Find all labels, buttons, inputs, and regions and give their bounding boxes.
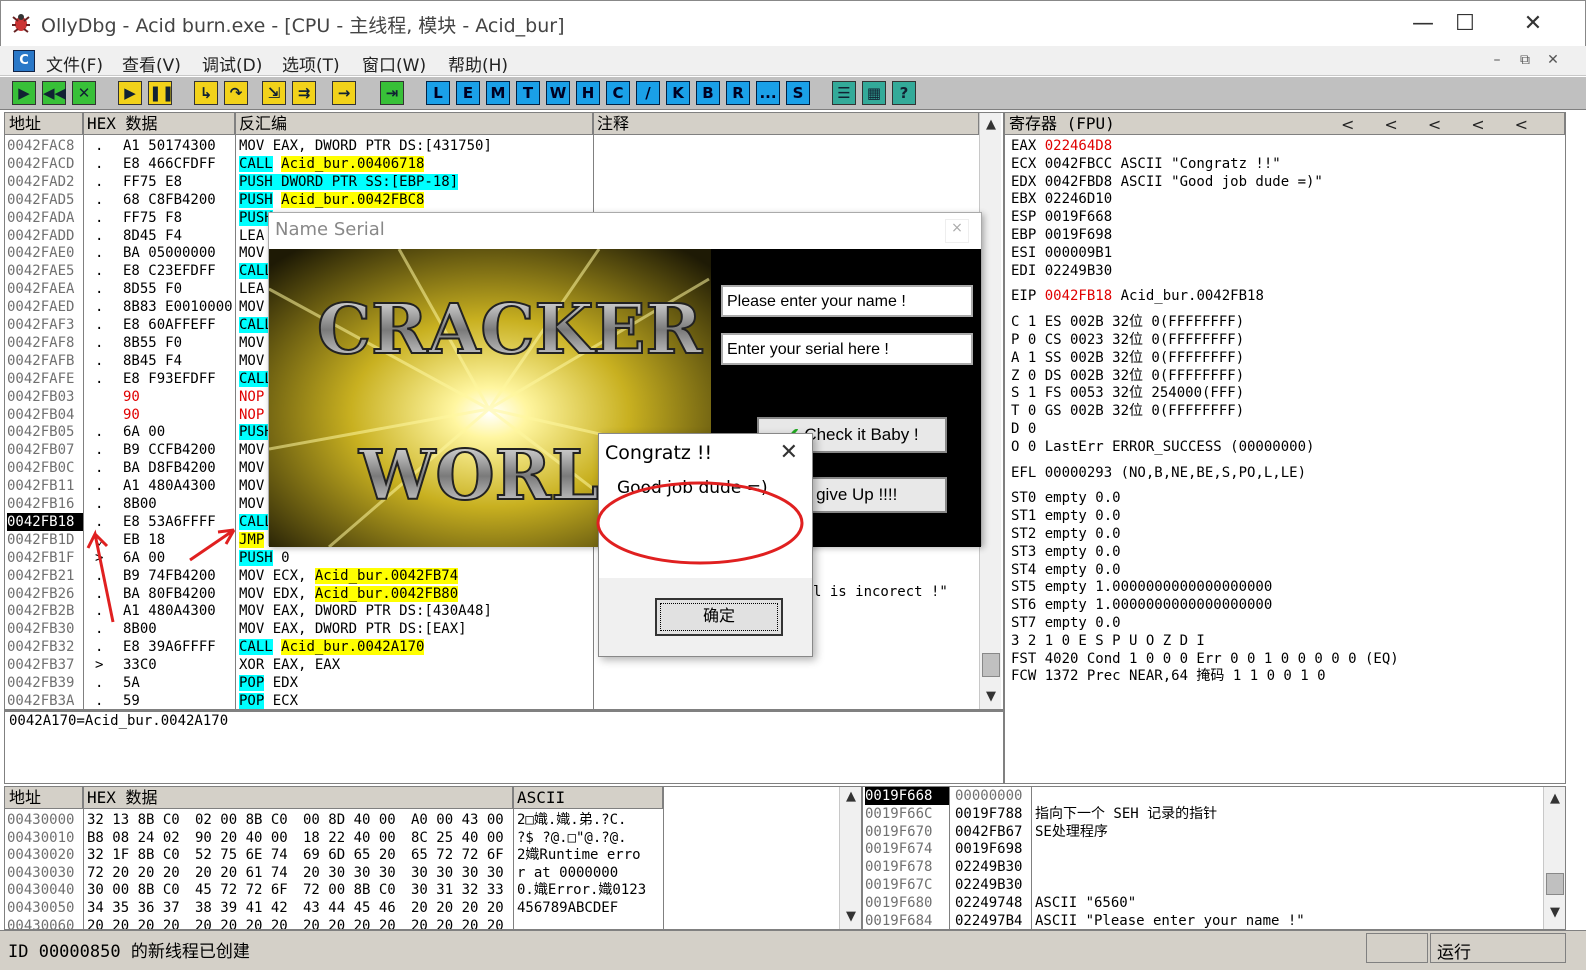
- red-arrow-icon: [189, 528, 236, 562]
- highlight-ellipse: [596, 481, 804, 565]
- red-arrow-icon: [86, 529, 115, 623]
- annotation-overlay: [86, 481, 804, 623]
